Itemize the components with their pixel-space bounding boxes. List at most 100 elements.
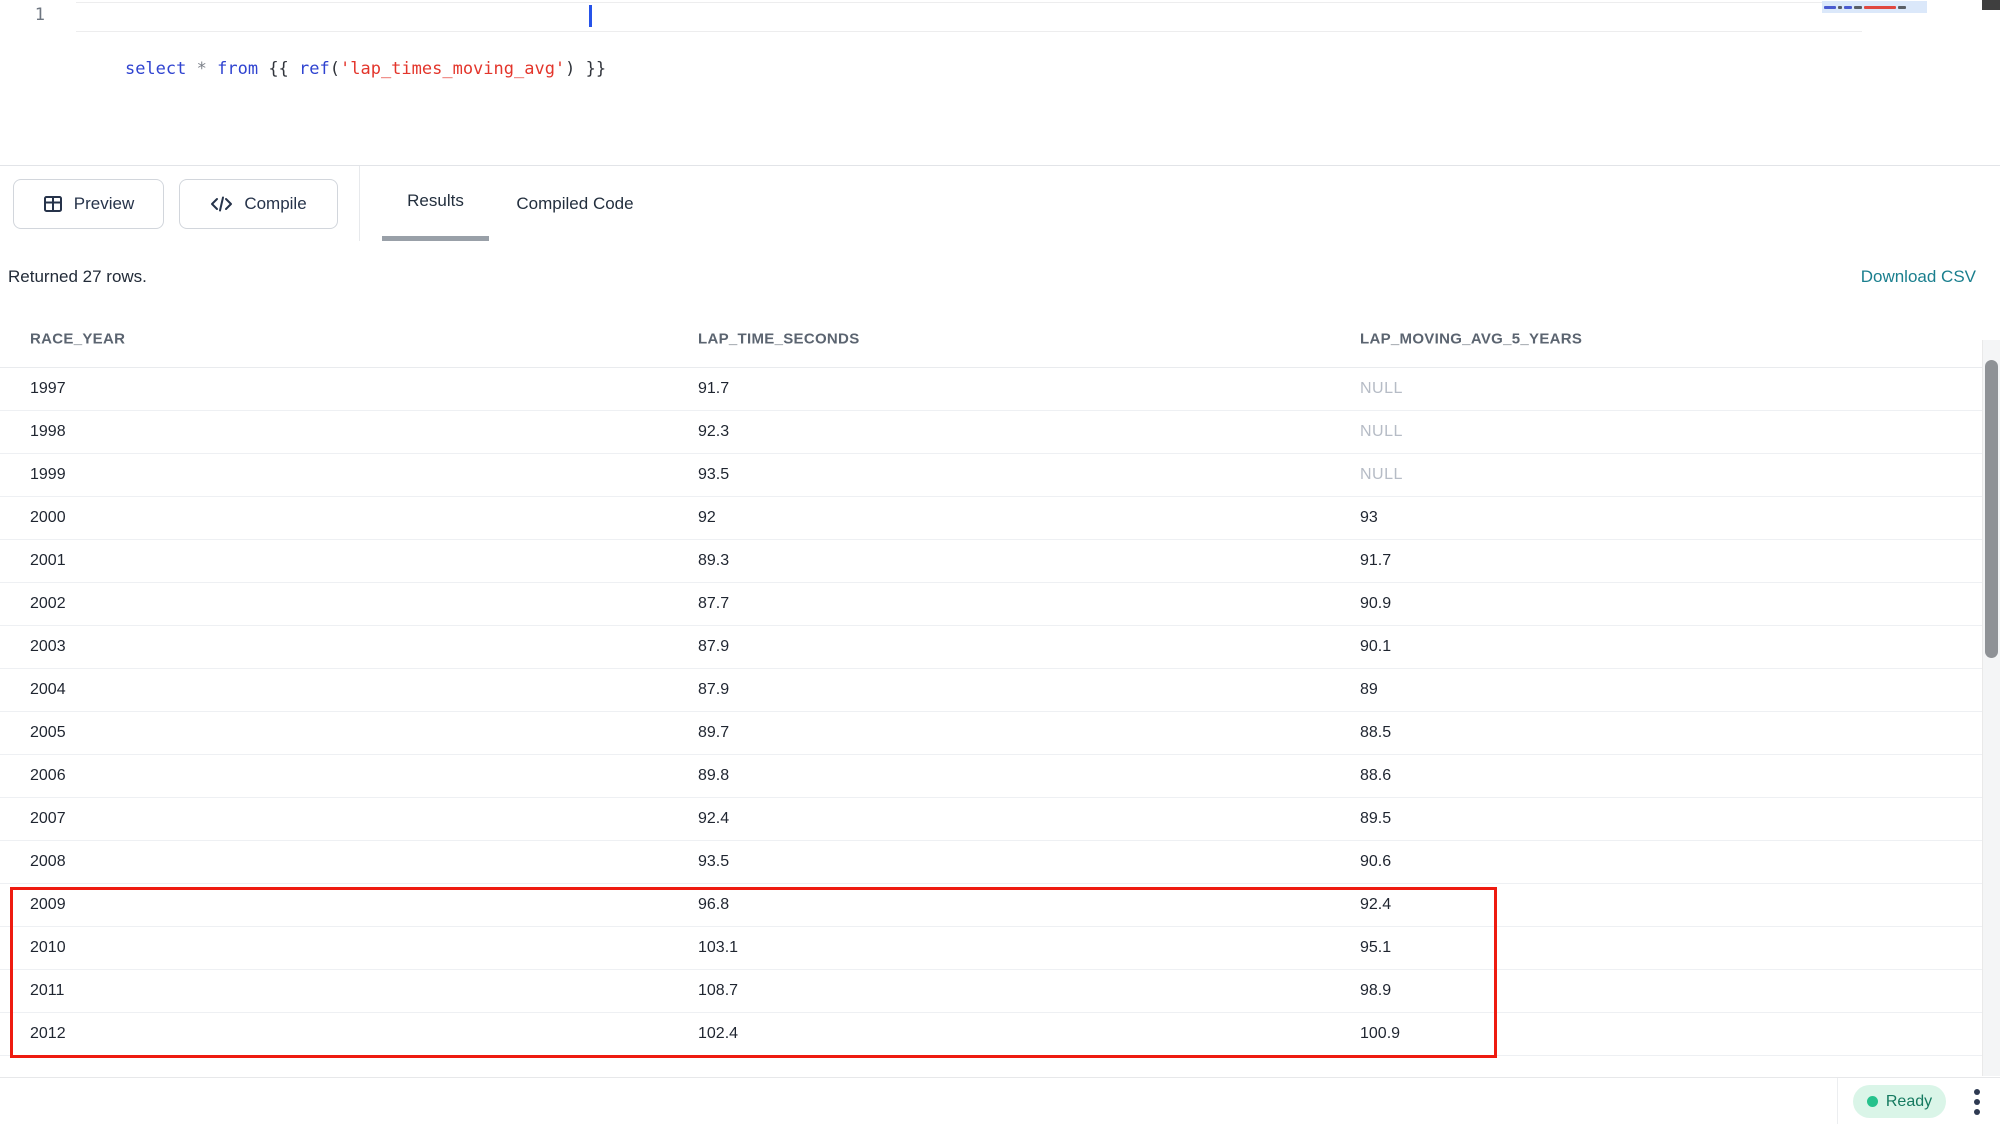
table-row: 2000 92 93 xyxy=(0,497,1982,540)
cell-lap-time-seconds: 92.3 xyxy=(698,423,729,441)
cell-race-year: 1997 xyxy=(30,380,66,398)
cell-lap-moving-avg: 98.9 xyxy=(1360,982,1391,1000)
minimap[interactable] xyxy=(1822,1,1927,13)
cell-lap-time-seconds: 92 xyxy=(698,509,716,527)
kebab-menu-button[interactable] xyxy=(1962,1083,1992,1121)
cell-lap-time-seconds: 91.7 xyxy=(698,380,729,398)
column-header-lap-moving-avg: LAP_MOVING_AVG_5_YEARS xyxy=(1360,330,1582,347)
code-token: 'lap_times_moving_avg' xyxy=(340,59,565,79)
table-row: 1999 93.5 NULL xyxy=(0,454,1982,497)
text-cursor xyxy=(589,5,592,27)
ready-status-badge[interactable]: Ready xyxy=(1853,1085,1946,1118)
table-row: 2012 102.4 100.9 xyxy=(0,1013,1982,1056)
table-row: 2005 89.7 88.5 xyxy=(0,712,1982,755)
minimap-mark xyxy=(1824,6,1836,9)
kebab-dot-icon xyxy=(1974,1089,1980,1095)
cell-race-year: 2002 xyxy=(30,595,66,613)
cell-lap-moving-avg: 95.1 xyxy=(1360,939,1391,957)
table-grid-icon xyxy=(43,194,63,214)
cell-race-year: 2008 xyxy=(30,853,66,871)
column-header-lap-time-seconds: LAP_TIME_SECONDS xyxy=(698,330,860,347)
toolbar-divider xyxy=(359,166,360,241)
cell-lap-moving-avg: NULL xyxy=(1360,466,1403,484)
cell-lap-time-seconds: 93.5 xyxy=(698,853,729,871)
cell-lap-moving-avg: 90.1 xyxy=(1360,638,1391,656)
cell-lap-moving-avg: 88.5 xyxy=(1360,724,1391,742)
table-row: 2008 93.5 90.6 xyxy=(0,841,1982,884)
minimap-mark xyxy=(1898,6,1906,9)
code-token xyxy=(207,59,217,79)
code-token: }} xyxy=(575,59,606,79)
cell-race-year: 2003 xyxy=(30,638,66,656)
table-body: 1997 91.7 NULL 1998 92.3 NULL 1999 93.5 … xyxy=(0,368,1982,1056)
results-summary-row: Returned 27 rows. Download CSV xyxy=(0,252,2000,302)
compile-button[interactable]: Compile xyxy=(179,179,338,229)
cell-race-year: 2001 xyxy=(30,552,66,570)
table-row: 2002 87.7 90.9 xyxy=(0,583,1982,626)
table-scrollbar-thumb[interactable] xyxy=(1985,360,1998,658)
cell-lap-time-seconds: 92.4 xyxy=(698,810,729,828)
code-token: select xyxy=(125,59,186,79)
cell-lap-time-seconds: 87.9 xyxy=(698,681,729,699)
cell-lap-time-seconds: 87.9 xyxy=(698,638,729,656)
cell-lap-time-seconds: 89.3 xyxy=(698,552,729,570)
kebab-dot-icon xyxy=(1974,1099,1980,1105)
cell-lap-moving-avg: 91.7 xyxy=(1360,552,1391,570)
code-token: * xyxy=(197,59,207,79)
cell-lap-time-seconds: 89.7 xyxy=(698,724,729,742)
table-header: RACE_YEAR LAP_TIME_SECONDS LAP_MOVING_AV… xyxy=(0,310,1982,368)
table-scrollbar-track[interactable] xyxy=(1982,340,2000,1076)
table-row: 2007 92.4 89.5 xyxy=(0,798,1982,841)
cell-lap-moving-avg: 88.6 xyxy=(1360,767,1391,785)
tab-results[interactable]: Results xyxy=(382,166,489,241)
code-token xyxy=(186,59,196,79)
cell-lap-time-seconds: 103.1 xyxy=(698,939,738,957)
cell-lap-moving-avg: 89 xyxy=(1360,681,1378,699)
cell-race-year: 2010 xyxy=(30,939,66,957)
status-dot-icon xyxy=(1867,1096,1878,1107)
minimap-mark xyxy=(1844,6,1852,9)
cell-race-year: 2009 xyxy=(30,896,66,914)
tab-compiled-code-label: Compiled Code xyxy=(516,194,633,214)
dbt-ide-results-pane: 1 select * from {{ ref('lap_times_moving… xyxy=(0,0,2000,1124)
preview-button-label: Preview xyxy=(74,194,134,214)
preview-button[interactable]: Preview xyxy=(13,179,164,229)
cell-race-year: 1998 xyxy=(30,423,66,441)
tab-results-label: Results xyxy=(407,191,464,211)
editor-scrollbar-thumb[interactable] xyxy=(1982,0,2000,10)
table-row: 2004 87.9 89 xyxy=(0,669,1982,712)
sql-editor[interactable]: 1 select * from {{ ref('lap_times_moving… xyxy=(0,0,2000,164)
cell-lap-moving-avg: 90.9 xyxy=(1360,595,1391,613)
cell-race-year: 2006 xyxy=(30,767,66,785)
cell-lap-time-seconds: 93.5 xyxy=(698,466,729,484)
code-token: ) xyxy=(565,59,575,79)
download-csv-link[interactable]: Download CSV xyxy=(1861,267,1976,287)
code-token: from xyxy=(217,59,258,79)
code-line[interactable]: select * from {{ ref('lap_times_moving_a… xyxy=(84,4,606,32)
cell-race-year: 2011 xyxy=(30,982,64,1000)
table-row: 2003 87.9 90.1 xyxy=(0,626,1982,669)
table-row: 2006 89.8 88.6 xyxy=(0,755,1982,798)
code-icon xyxy=(210,194,233,214)
cell-lap-moving-avg: 93 xyxy=(1360,509,1378,527)
line-number: 1 xyxy=(0,5,45,25)
cell-race-year: 1999 xyxy=(30,466,66,484)
cell-race-year: 2000 xyxy=(30,509,66,527)
table-row: 2001 89.3 91.7 xyxy=(0,540,1982,583)
minimap-mark xyxy=(1854,6,1862,9)
column-header-race-year: RACE_YEAR xyxy=(30,330,125,347)
row-count-text: Returned 27 rows. xyxy=(8,267,147,287)
ready-status-label: Ready xyxy=(1886,1093,1932,1111)
cell-lap-moving-avg: NULL xyxy=(1360,380,1403,398)
table-row: 2010 103.1 95.1 xyxy=(0,927,1982,970)
table-row: 1998 92.3 NULL xyxy=(0,411,1982,454)
table-row: 2011 108.7 98.9 xyxy=(0,970,1982,1013)
cell-race-year: 2012 xyxy=(30,1025,66,1043)
code-token: {{ xyxy=(258,59,299,79)
minimap-mark xyxy=(1864,6,1896,9)
kebab-dot-icon xyxy=(1974,1109,1980,1115)
tab-compiled-code[interactable]: Compiled Code xyxy=(511,166,639,241)
cell-race-year: 2007 xyxy=(30,810,66,828)
cell-race-year: 2004 xyxy=(30,681,66,699)
status-bar-divider xyxy=(1837,1078,1838,1124)
